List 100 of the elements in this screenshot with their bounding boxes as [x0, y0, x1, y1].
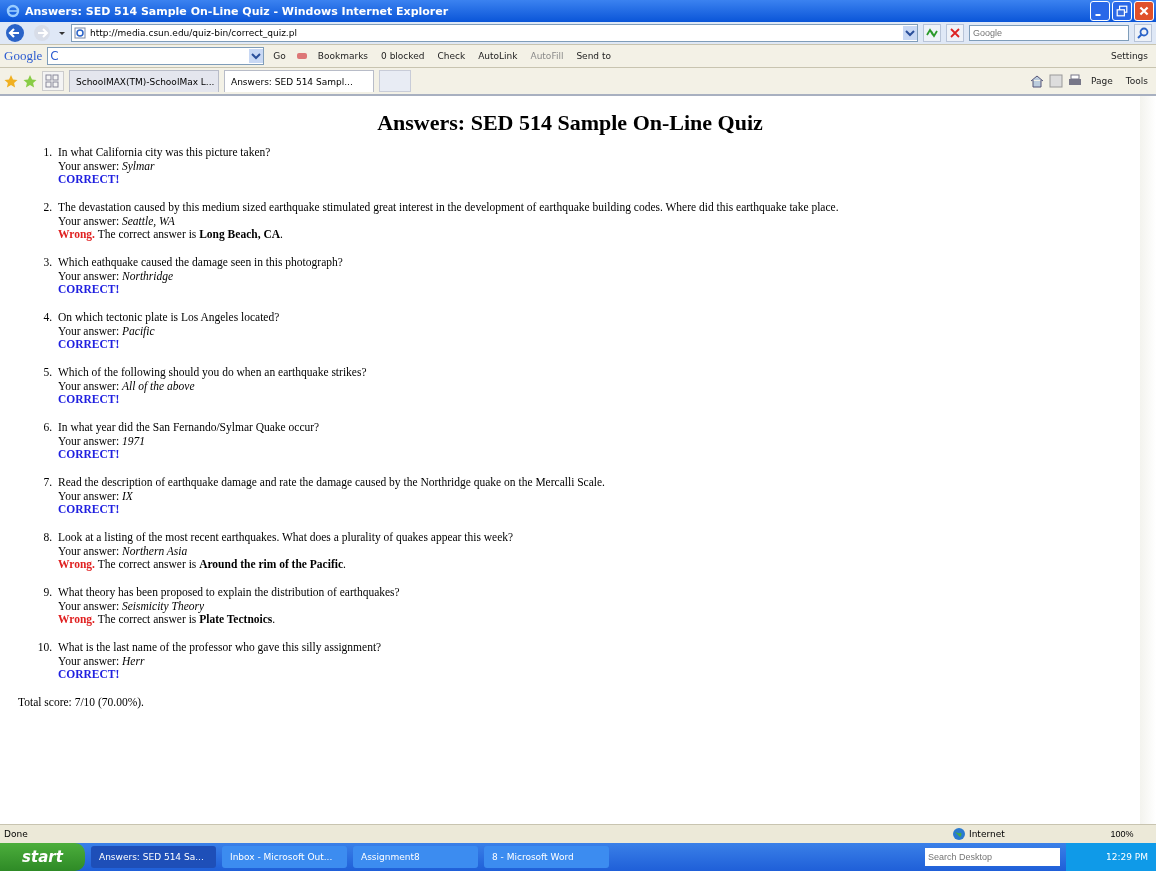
result-label: CORRECT! — [58, 668, 120, 680]
restore-button[interactable] — [1112, 1, 1132, 21]
toolbar-button[interactable]: AutoLink — [474, 51, 522, 61]
printer-icon — [1068, 74, 1083, 88]
toolbar-button[interactable]: Go — [269, 51, 290, 61]
result-label: CORRECT! — [58, 173, 120, 185]
dropdown-icon — [903, 26, 917, 40]
given-answer: Seismicity Theory — [122, 599, 205, 612]
toolbar-button[interactable]: Send to — [572, 51, 615, 61]
browser-icon — [6, 4, 20, 18]
result-label: CORRECT! — [58, 338, 120, 350]
taskbar-button[interactable]: Answers: SED 514 Sa... — [91, 846, 216, 868]
correct-answer-note: The correct answer is Around the rim of the Pacific. — [96, 558, 346, 570]
security-zone: Internet — [969, 829, 1005, 839]
desktop-search-field[interactable]: Search Desktop — [925, 848, 1060, 866]
answer-label: Your answer: — [58, 434, 120, 447]
correct-answer-note: The correct answer is Plate Tectnoics. — [96, 613, 276, 625]
minimize-button[interactable] — [1090, 1, 1110, 21]
stop-button[interactable] — [946, 24, 964, 42]
close-icon — [948, 26, 962, 40]
question-text: What theory has been proposed to explain the distribution of earthquakes? — [58, 586, 400, 600]
refresh-button[interactable] — [923, 24, 941, 42]
command-button[interactable]: Page — [1087, 76, 1117, 86]
given-answer: Sylmar — [122, 159, 155, 172]
question-number: 3. — [42, 256, 53, 270]
page-heading: Answers: SED 514 Sample On-Line Quiz — [376, 110, 764, 136]
home-icon — [1030, 74, 1045, 88]
question-text: Which of the following should you do when an earthquake strikes? — [58, 366, 367, 380]
search-field[interactable]: Google — [969, 25, 1129, 41]
result-label: Wrong. — [58, 228, 95, 240]
question-number: 4. — [42, 311, 53, 325]
settings-button[interactable]: Settings — [1107, 51, 1152, 61]
question-number: 6. — [42, 421, 53, 435]
correct-answer-note: The correct answer is Long Beach, CA. — [96, 228, 283, 240]
question-text: In what California city was this picture taken? — [58, 146, 271, 160]
result-label: CORRECT! — [58, 393, 120, 405]
question-number: 1. — [42, 146, 53, 160]
question-text: The devastation caused by this medium sized earthquake stimulated great interest in the development of earthquake building codes. Where did this earthquake take place. — [58, 201, 839, 215]
restore-icon — [1116, 5, 1128, 17]
question-text: In what year did the San Fernando/Sylmar Quake occur? — [58, 421, 320, 435]
given-answer: Northridge — [122, 269, 174, 282]
dropdown-icon — [249, 49, 264, 63]
globe-icon — [952, 827, 966, 841]
dropdown-icon — [58, 29, 66, 37]
browser-tab[interactable]: Answers: SED 514 Sampl... — [224, 70, 374, 92]
quick-tabs-button[interactable] — [42, 71, 64, 91]
question-number: 8. — [42, 531, 53, 545]
question-number: 9. — [42, 586, 53, 600]
window-title: Answers: SED 514 Sample On-Line Quiz - Windows Internet Explorer — [25, 4, 450, 18]
given-answer: IX — [122, 489, 133, 502]
answer-label: Your answer: — [58, 214, 120, 227]
answer-label: Your answer: — [58, 269, 120, 282]
given-answer: All of the above — [122, 379, 195, 392]
result-label: Wrong. — [58, 558, 95, 570]
question-text: On which tectonic plate is Los Angeles located? — [58, 311, 280, 325]
question-text: Which eathquake caused the damage seen in this photograph? — [58, 256, 343, 270]
minimize-icon — [1095, 14, 1101, 16]
question-number: 7. — [42, 476, 53, 490]
refresh-arrows-icon — [925, 26, 939, 40]
result-label: Wrong. — [58, 613, 95, 625]
total-score: Total score: 7/10 (70.00%). — [18, 696, 145, 708]
given-answer: Herr — [122, 654, 145, 667]
result-label: CORRECT! — [58, 448, 120, 460]
start-button[interactable]: start — [0, 843, 85, 871]
browser-tab[interactable]: SchoolMAX(TM)-SchoolMax L... — [69, 70, 219, 92]
answer-label: Your answer: — [58, 599, 120, 612]
question-number: 5. — [42, 366, 53, 380]
search-icon — [1136, 26, 1150, 40]
answer-label: Your answer: — [58, 489, 120, 502]
result-label: CORRECT! — [58, 503, 120, 515]
toolbar-button[interactable]: 0 blocked — [377, 51, 429, 61]
toolbar-search-field[interactable]: C — [47, 47, 265, 65]
address-field[interactable]: http://media.csun.edu/quiz-bin/correct_quiz.pl — [71, 24, 918, 42]
result-label: CORRECT! — [58, 283, 120, 295]
google-logo: Google — [4, 48, 43, 64]
question-text: Read the description of earthquake damage and rate the damage caused by the Northridge quake on the Mercalli Scale. — [58, 476, 605, 490]
back-button[interactable] — [4, 23, 26, 43]
answer-label: Your answer: — [58, 159, 120, 172]
command-button[interactable]: Tools — [1121, 76, 1152, 86]
question-text: What is the last name of the professor who gave this silly assignment? — [58, 641, 382, 655]
answer-label: Your answer: — [58, 379, 120, 392]
answer-label: Your answer: — [58, 654, 120, 667]
given-answer: Northern Asia — [122, 544, 188, 557]
clock: 12:29 PM — [1106, 852, 1148, 862]
answer-label: Your answer: — [58, 544, 120, 557]
zoom-button[interactable]: 100% — [1092, 828, 1152, 840]
question-text: Look at a listing of the most recent earthquakes. What does a plurality of quakes appear this week? — [58, 531, 514, 545]
toolbar-button[interactable]: Check — [433, 51, 470, 61]
star-plus-icon — [23, 74, 37, 88]
close-icon — [1138, 5, 1150, 17]
search-button[interactable] — [1134, 24, 1152, 42]
given-answer: Seattle, WA — [122, 214, 175, 227]
page-icon — [74, 27, 86, 39]
status-text: Done — [4, 829, 28, 839]
star-icon — [4, 74, 18, 88]
question-number: 10. — [36, 641, 53, 655]
toolbar-button[interactable]: Bookmarks — [313, 51, 373, 61]
question-number: 2. — [42, 201, 53, 215]
given-answer: Pacific — [122, 324, 155, 337]
close-button[interactable] — [1134, 1, 1154, 21]
